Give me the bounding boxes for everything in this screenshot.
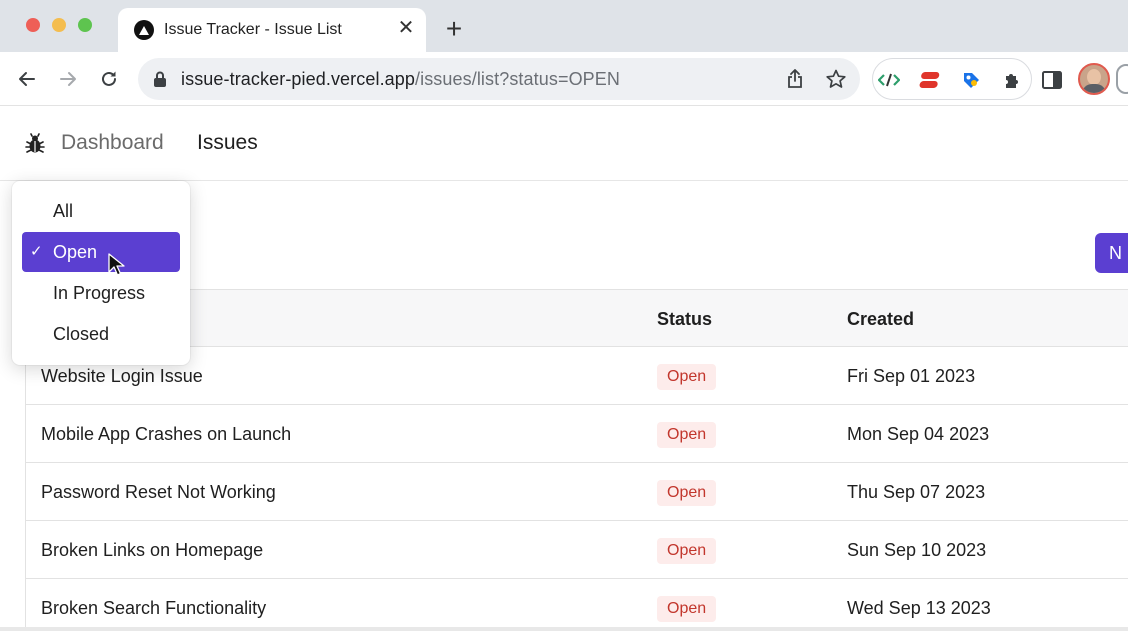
tag-extension-icon[interactable] bbox=[959, 68, 983, 92]
created-date: Wed Sep 13 2023 bbox=[847, 598, 991, 618]
status-badge: Open bbox=[657, 364, 717, 390]
maximize-window-button[interactable] bbox=[78, 18, 92, 32]
status-badge: Open bbox=[657, 596, 717, 622]
table-row: Broken Search Functionality Open Wed Sep… bbox=[26, 579, 1128, 630]
new-tab-button[interactable]: + bbox=[440, 15, 468, 44]
side-panel-icon[interactable] bbox=[1041, 69, 1063, 91]
bookmark-star-icon[interactable] bbox=[824, 67, 848, 91]
issue-title-link[interactable]: Broken Links on Homepage bbox=[41, 540, 263, 561]
address-bar[interactable]: issue-tracker-pied.vercel.app/issues/lis… bbox=[138, 58, 860, 100]
issue-title-link[interactable]: Broken Search Functionality bbox=[41, 598, 266, 619]
status-badge: Open bbox=[657, 480, 717, 506]
puzzle-extensions-icon[interactable] bbox=[1000, 68, 1024, 92]
created-date: Sun Sep 10 2023 bbox=[847, 540, 987, 560]
browser-menu-button[interactable] bbox=[1116, 64, 1128, 94]
table-row: Website Login Issue Open Fri Sep 01 2023 bbox=[26, 347, 1128, 405]
issues-table: Status Created Website Login Issue Open … bbox=[25, 289, 1128, 631]
new-issue-button[interactable]: N bbox=[1095, 233, 1128, 273]
nav-dashboard-link[interactable]: Dashboard bbox=[61, 131, 164, 155]
filter-option-closed[interactable]: Closed bbox=[22, 314, 180, 354]
option-label: In Progress bbox=[53, 283, 146, 303]
minimize-window-button[interactable] bbox=[52, 18, 66, 32]
option-label: Open bbox=[53, 242, 98, 262]
profile-avatar[interactable] bbox=[1078, 63, 1110, 95]
option-label: Closed bbox=[53, 324, 110, 344]
lock-icon[interactable] bbox=[152, 70, 168, 93]
option-label: All bbox=[53, 201, 74, 221]
close-window-button[interactable] bbox=[26, 18, 40, 32]
status-badge: Open bbox=[657, 538, 717, 564]
status-badge: Open bbox=[657, 422, 717, 448]
created-column-header[interactable]: Created bbox=[847, 309, 914, 330]
issue-title-link[interactable]: Password Reset Not Working bbox=[41, 482, 276, 503]
filter-option-in-progress[interactable]: In Progress bbox=[22, 273, 180, 313]
reload-icon[interactable] bbox=[94, 64, 124, 94]
browser-tab-active[interactable]: Issue Tracker - Issue List ✕ bbox=[118, 8, 426, 52]
created-date: Fri Sep 01 2023 bbox=[847, 366, 976, 386]
url-path: /issues/list?status=OPEN bbox=[415, 69, 620, 89]
table-header: Status Created bbox=[26, 290, 1128, 347]
forward-arrow-icon[interactable] bbox=[53, 64, 83, 94]
issue-title-link[interactable]: Website Login Issue bbox=[41, 366, 203, 387]
issue-title-link[interactable]: Mobile App Crashes on Launch bbox=[41, 424, 291, 445]
browser-toolbar: issue-tracker-pied.vercel.app/issues/lis… bbox=[0, 52, 1128, 106]
code-extension-icon[interactable] bbox=[877, 68, 901, 92]
created-date: Mon Sep 04 2023 bbox=[847, 424, 990, 444]
tab-title: Issue Tracker - Issue List bbox=[164, 21, 342, 38]
bug-icon[interactable] bbox=[24, 133, 46, 155]
filter-option-all[interactable]: All bbox=[22, 191, 180, 231]
back-arrow-icon[interactable] bbox=[12, 64, 42, 94]
table-row: Broken Links on Homepage Open Sun Sep 10… bbox=[26, 521, 1128, 579]
tab-close-icon[interactable]: ✕ bbox=[394, 16, 418, 40]
created-date: Thu Sep 07 2023 bbox=[847, 482, 986, 502]
checkmark-icon: ✓ bbox=[30, 243, 43, 260]
url-text[interactable]: issue-tracker-pied.vercel.app/issues/lis… bbox=[181, 69, 620, 90]
red-extension-icon[interactable] bbox=[918, 68, 942, 92]
share-icon[interactable] bbox=[783, 67, 807, 91]
table-row: Mobile App Crashes on Launch Open Mon Se… bbox=[26, 405, 1128, 463]
vercel-favicon-icon bbox=[134, 20, 154, 40]
extensions-group bbox=[872, 58, 1032, 100]
mouse-pointer-icon bbox=[108, 253, 126, 277]
table-row: Password Reset Not Working Open Thu Sep … bbox=[26, 463, 1128, 521]
status-column-header[interactable]: Status bbox=[657, 309, 712, 330]
app-navbar: Dashboard Issues bbox=[0, 107, 1128, 181]
window-bottom-edge bbox=[0, 627, 1128, 631]
browser-tab-bar: Issue Tracker - Issue List ✕ + bbox=[0, 0, 1128, 52]
filter-option-open[interactable]: ✓ Open bbox=[22, 232, 180, 272]
nav-issues-link[interactable]: Issues bbox=[197, 131, 258, 155]
status-filter-dropdown: All ✓ Open In Progress Closed bbox=[12, 181, 190, 365]
url-host: issue-tracker-pied.vercel.app bbox=[181, 69, 415, 89]
